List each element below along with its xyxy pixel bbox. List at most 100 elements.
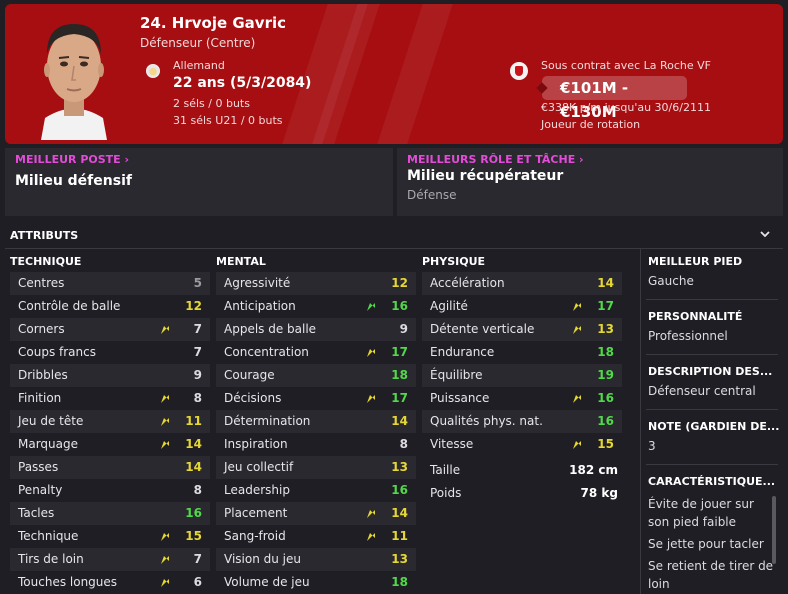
attribute-label: Leadership: [224, 483, 290, 497]
height-value: 182 cm: [569, 463, 618, 477]
trend-arrow-icon: [573, 395, 581, 403]
attribute-label: Accélération: [430, 276, 505, 290]
attribute-label: Anticipation: [224, 299, 296, 313]
attribute-value: 11: [391, 529, 408, 543]
trend-arrow-icon: [161, 418, 169, 426]
attribute-row[interactable]: Touches longues 6: [10, 571, 210, 594]
attribute-row[interactable]: Tirs de loin 7: [10, 548, 210, 571]
player-portrait: [41, 24, 107, 140]
attribute-row[interactable]: Inspiration 8: [216, 433, 416, 456]
attribute-row[interactable]: Concentration 17: [216, 341, 416, 364]
attribute-value: 14: [185, 460, 202, 474]
gk-rating-title: NOTE (GARDIEN DE...: [648, 420, 780, 433]
attribute-label: Tirs de loin: [18, 552, 84, 566]
trend-arrow-icon: [573, 326, 581, 334]
description-title: DESCRIPTION DES...: [648, 365, 773, 378]
attribute-label: Détermination: [224, 414, 311, 428]
attribute-row[interactable]: Agilité 17: [422, 295, 622, 318]
squad-status: Joueur de rotation: [541, 118, 641, 131]
best-position-title[interactable]: MEILLEUR POSTE ›: [15, 153, 129, 166]
attribute-row[interactable]: Volume de jeu 18: [216, 571, 416, 594]
trait-item[interactable]: Se jette pour tacler: [648, 535, 774, 553]
attribute-row[interactable]: Contrôle de balle 12: [10, 295, 210, 318]
attribute-label: Marquage: [18, 437, 79, 451]
attribute-row[interactable]: Qualités phys. nat. 16: [422, 410, 622, 433]
attribute-row[interactable]: Équilibre 19: [422, 364, 622, 387]
attribute-label: Vitesse: [430, 437, 474, 451]
mental-title: MENTAL: [216, 255, 266, 268]
traits-title: CARACTÉRISTIQUE...: [648, 475, 776, 488]
attribute-row[interactable]: Appels de balle 9: [216, 318, 416, 341]
attribute-row[interactable]: Vision du jeu 13: [216, 548, 416, 571]
club-badge-icon[interactable]: [510, 62, 528, 80]
attribute-row[interactable]: Marquage 14: [10, 433, 210, 456]
attribute-label: Coups francs: [18, 345, 96, 359]
attribute-label: Équilibre: [430, 368, 483, 382]
trend-arrow-icon: [367, 349, 375, 357]
attribute-row[interactable]: Coups francs 7: [10, 341, 210, 364]
attribute-row[interactable]: Penalty 8: [10, 479, 210, 502]
attribute-row[interactable]: Centres 5: [10, 272, 210, 295]
preferred-foot-title: MEILLEUR PIED: [648, 255, 743, 268]
attribute-label: Décisions: [224, 391, 282, 405]
attribute-row[interactable]: Accélération 14: [422, 272, 622, 295]
attribute-row[interactable]: Sang-froid 11: [216, 525, 416, 548]
attribute-value: 12: [185, 299, 202, 313]
attribute-row[interactable]: Vitesse 15: [422, 433, 622, 456]
attribute-row[interactable]: Détermination 14: [216, 410, 416, 433]
attribute-value: 14: [185, 437, 202, 451]
best-role-value: Milieu récupérateur: [407, 168, 564, 184]
attribute-row[interactable]: Finition 8: [10, 387, 210, 410]
attribute-row[interactable]: Technique 15: [10, 525, 210, 548]
nationality[interactable]: Allemand: [173, 59, 225, 72]
attribute-label: Agressivité: [224, 276, 291, 290]
attribute-row[interactable]: Puissance 16: [422, 387, 622, 410]
attribute-row[interactable]: Passes 14: [10, 456, 210, 479]
attribute-label: Penalty: [18, 483, 63, 497]
attribute-value: 13: [391, 460, 408, 474]
attribute-value: 15: [185, 529, 202, 543]
attribute-label: Endurance: [430, 345, 495, 359]
traits-scrollbar[interactable]: [772, 496, 776, 564]
attribute-row[interactable]: Tacles 16: [10, 502, 210, 525]
attribute-label: Jeu collectif: [224, 460, 294, 474]
contract-club[interactable]: Sous contrat avec La Roche VF: [541, 59, 711, 72]
attribute-label: Passes: [18, 460, 59, 474]
attribute-row[interactable]: Endurance 18: [422, 341, 622, 364]
nation-flag-icon[interactable]: [146, 64, 160, 78]
divider: [646, 299, 778, 300]
attribute-row[interactable]: Courage 18: [216, 364, 416, 387]
best-role-title[interactable]: MEILLEURS RÔLE ET TÂCHE ›: [407, 153, 584, 166]
attribute-row[interactable]: Décisions 17: [216, 387, 416, 410]
divider: [646, 354, 778, 355]
trait-item[interactable]: Évite de jouer sur son pied faible: [648, 495, 774, 531]
attribute-row[interactable]: Anticipation 16: [216, 295, 416, 318]
attribute-row[interactable]: Jeu de tête 11: [10, 410, 210, 433]
best-role-duty: Défense: [407, 188, 457, 202]
attribute-value: 7: [193, 345, 202, 359]
attributes-title: ATTRIBUTS: [10, 229, 79, 242]
attribute-label: Détente verticale: [430, 322, 535, 336]
attribute-row[interactable]: Détente verticale 13: [422, 318, 622, 341]
attribute-value: 8: [193, 483, 202, 497]
attribute-row[interactable]: Dribbles 9: [10, 364, 210, 387]
attribute-value: 19: [597, 368, 614, 382]
player-header: 24. Hrvoje Gavric Défenseur (Centre) All…: [5, 4, 783, 144]
personality-title: PERSONNALITÉ: [648, 310, 743, 323]
technique-title: TECHNIQUE: [10, 255, 82, 268]
attribute-row[interactable]: Placement 14: [216, 502, 416, 525]
attribute-row[interactable]: Leadership 16: [216, 479, 416, 502]
attribute-row[interactable]: Agressivité 12: [216, 272, 416, 295]
best-position-panel[interactable]: MEILLEUR POSTE › Milieu défensif: [5, 148, 393, 216]
attribute-value: 6: [193, 575, 202, 589]
attribute-row[interactable]: Jeu collectif 13: [216, 456, 416, 479]
best-role-panel[interactable]: MEILLEURS RÔLE ET TÂCHE › Milieu récupér…: [397, 148, 783, 216]
description-value: Défenseur central: [648, 384, 756, 398]
attribute-value: 18: [391, 368, 408, 382]
chevron-down-icon[interactable]: [760, 229, 770, 239]
personality-value[interactable]: Professionnel: [648, 329, 728, 343]
trend-arrow-icon: [161, 556, 169, 564]
trait-item[interactable]: Se retient de tirer de loin: [648, 557, 774, 593]
attribute-label: Placement: [224, 506, 288, 520]
attribute-row[interactable]: Corners 7: [10, 318, 210, 341]
